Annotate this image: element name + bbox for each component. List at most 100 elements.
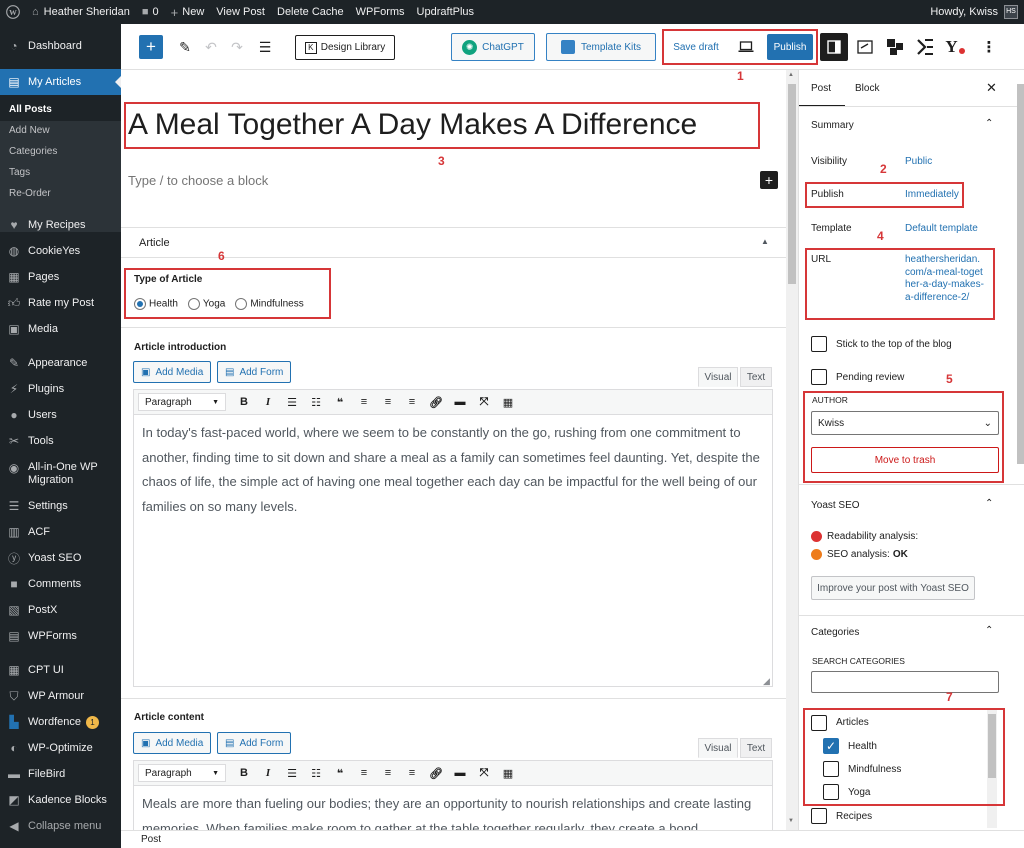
summary-panel-title[interactable]: Summary — [811, 120, 854, 131]
read-more-icon[interactable]: ▬ — [448, 767, 472, 779]
template-kits-button[interactable]: Template Kits — [546, 33, 656, 61]
kadence-plugin-button[interactable] — [913, 35, 937, 59]
scroll-up-icon[interactable]: ▲ — [788, 72, 794, 78]
sidebar-item-postx[interactable]: ▧ PostX — [0, 599, 121, 621]
sidebar-item-plugins[interactable]: ⚡︎ Plugins — [0, 378, 121, 400]
align-center-icon[interactable]: ≡ — [376, 767, 400, 779]
link-icon[interactable]: 🔗︎ — [424, 767, 448, 780]
author-select[interactable]: Kwiss ⌄ — [811, 411, 999, 435]
toolbar-toggle-icon[interactable]: ▦ — [496, 396, 520, 409]
yoast-panel-title[interactable]: Yoast SEO — [811, 500, 860, 511]
sticky-checkbox[interactable] — [811, 336, 827, 352]
url-value[interactable]: heathersheridan.com/a-meal-together-a-da… — [905, 254, 985, 304]
resize-handle-icon[interactable]: ◢ — [763, 676, 770, 687]
blocks-plugin-button[interactable] — [883, 35, 907, 59]
align-right-icon[interactable]: ≡ — [400, 396, 424, 408]
add-form-button[interactable]: ▤ Add Form — [217, 732, 292, 754]
scrollbar-thumb[interactable] — [988, 714, 996, 778]
submenu-re-order[interactable]: Re-Order — [0, 183, 121, 203]
sidebar-item-kadence-blocks[interactable]: ◩ Kadence Blocks — [0, 789, 121, 811]
redo-button[interactable]: ↷ — [225, 35, 249, 59]
tab-text[interactable]: Text — [740, 367, 772, 387]
tab-block[interactable]: Block — [855, 83, 879, 94]
options-menu-button[interactable]: ⋮ — [977, 35, 1001, 59]
tab-visual[interactable]: Visual — [698, 367, 738, 387]
new-content-link[interactable]: + New — [165, 0, 211, 24]
sidebar-item-wp-optimize[interactable]: ◐ WP-Optimize — [0, 737, 121, 759]
breadcrumb[interactable]: Post — [141, 834, 161, 845]
yoast-sidebar-button[interactable]: Y — [943, 35, 967, 59]
block-inserter-button[interactable]: + — [139, 35, 163, 59]
publish-button[interactable]: Publish — [767, 34, 813, 60]
sidebar-item-comments[interactable]: ■ Comments — [0, 573, 121, 595]
sidebar-item-acf[interactable]: ▥ ACF — [0, 521, 121, 543]
scrollbar-thumb[interactable] — [788, 84, 796, 284]
collapse-menu-button[interactable]: ◀ Collapse menu — [0, 815, 121, 837]
wpforms-link[interactable]: WPForms — [350, 0, 411, 24]
category-checkbox-articles[interactable] — [811, 715, 827, 731]
bullet-list-icon[interactable]: ☰ — [280, 767, 304, 780]
collapse-arrow-icon[interactable]: ▲ — [761, 237, 769, 246]
category-checkbox-mindfulness[interactable] — [823, 761, 839, 777]
categories-panel-title[interactable]: Categories — [811, 627, 859, 638]
radio-mindfulness[interactable]: Mindfulness — [235, 298, 304, 310]
sidebar-item-filebird[interactable]: ▬ FileBird — [0, 763, 121, 785]
pending-review-checkbox[interactable] — [811, 369, 827, 385]
radio-health[interactable]: Health — [134, 298, 178, 310]
search-categories-input[interactable] — [811, 671, 999, 693]
inline-inserter-button[interactable]: + — [760, 171, 778, 189]
tab-post[interactable]: Post — [811, 83, 831, 94]
sidebar-item-cpt-ui[interactable]: ▦ CPT UI — [0, 659, 121, 681]
submenu-tags[interactable]: Tags — [0, 162, 121, 182]
format-select[interactable]: Paragraph ▼ — [138, 764, 226, 782]
settings-scrollbar-thumb[interactable] — [1017, 84, 1024, 464]
chatgpt-button[interactable]: ✺ ChatGPT — [451, 33, 535, 61]
preview-button[interactable] — [733, 35, 759, 59]
blockquote-icon[interactable]: ❝ — [328, 396, 352, 409]
delete-cache-link[interactable]: Delete Cache — [271, 0, 350, 24]
link-icon[interactable]: 🔗︎ — [424, 396, 448, 409]
sidebar-item-settings[interactable]: ☰ Settings — [0, 495, 121, 517]
introduction-editor[interactable]: In today's fast-paced world, where we se… — [133, 415, 773, 687]
numbered-list-icon[interactable]: ☷ — [304, 396, 328, 409]
align-left-icon[interactable]: ≡ — [352, 767, 376, 779]
tools-button[interactable]: ✎ — [173, 35, 197, 59]
sidebar-item-my-articles[interactable]: ▤ My Articles — [0, 69, 121, 95]
italic-icon[interactable]: I — [256, 396, 280, 408]
close-icon[interactable]: ✕ — [986, 80, 997, 96]
add-form-button[interactable]: ▤ Add Form — [217, 361, 292, 383]
chevron-up-icon[interactable]: ⌃ — [985, 118, 993, 129]
align-left-icon[interactable]: ≡ — [352, 396, 376, 408]
category-checkbox-recipes[interactable] — [811, 808, 827, 824]
category-checkbox-yoga[interactable] — [823, 784, 839, 800]
category-checkbox-health[interactable]: ✓ — [823, 738, 839, 754]
comments-link[interactable]: ■ 0 — [136, 0, 165, 24]
account-menu[interactable]: Howdy, Kwiss HS — [924, 0, 1024, 24]
sidebar-item-media[interactable]: ▣ Media — [0, 318, 121, 340]
submenu-categories[interactable]: Categories — [0, 141, 121, 161]
scroll-down-icon[interactable]: ▼ — [788, 818, 794, 824]
publish-date-value[interactable]: Immediately — [905, 189, 959, 200]
italic-icon[interactable]: I — [256, 767, 280, 779]
wordpress-logo-icon[interactable]: W — [0, 0, 26, 24]
sidebar-item-dashboard[interactable]: ◔ Dashboard — [0, 35, 121, 57]
chevron-up-icon[interactable]: ⌃ — [985, 498, 993, 509]
fullscreen-icon[interactable]: ⤧ — [472, 396, 496, 409]
submenu-all-posts[interactable]: All Posts — [0, 99, 121, 119]
settings-toggle-button[interactable] — [820, 33, 848, 61]
align-center-icon[interactable]: ≡ — [376, 396, 400, 408]
template-value[interactable]: Default template — [905, 223, 978, 234]
design-library-button[interactable]: K Design Library — [295, 35, 395, 60]
content-editor[interactable]: Meals are more than fueling our bodies; … — [133, 786, 773, 830]
sidebar-item-appearance[interactable]: ✎ Appearance — [0, 352, 121, 374]
tab-text[interactable]: Text — [740, 738, 772, 758]
read-more-icon[interactable]: ▬ — [448, 396, 472, 408]
sidebar-item-yoast-seo[interactable]: ⓨ Yoast SEO — [0, 547, 121, 569]
move-to-trash-button[interactable]: Move to trash — [811, 447, 999, 473]
fullscreen-icon[interactable]: ⤧ — [472, 767, 496, 780]
visibility-value[interactable]: Public — [905, 156, 932, 167]
submenu-add-new[interactable]: Add New — [0, 120, 121, 140]
add-media-button[interactable]: ▣ Add Media — [133, 361, 212, 383]
tab-visual[interactable]: Visual — [698, 738, 738, 758]
blockquote-icon[interactable]: ❝ — [328, 767, 352, 780]
